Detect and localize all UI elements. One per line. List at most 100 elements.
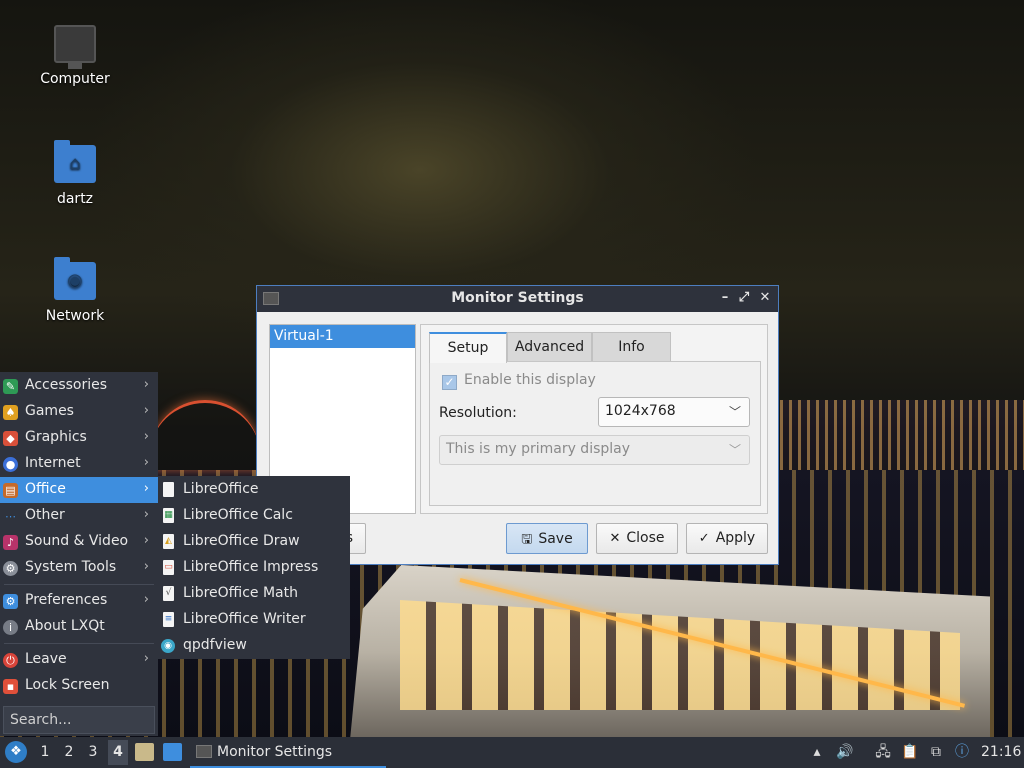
power-icon: ⏻ (3, 653, 18, 668)
task-label: Monitor Settings (217, 744, 333, 760)
desktop-icon-network[interactable]: ◉ Network (20, 257, 130, 324)
office-submenu: LibreOffice ▦ LibreOffice Calc ◭ LibreOf… (158, 476, 350, 659)
menu-search-placeholder: Search... (10, 712, 72, 728)
window-titlebar[interactable]: Monitor Settings – ⤢ ✕ (257, 286, 778, 312)
resolution-select[interactable]: 1024x768 ﹀ (598, 397, 750, 427)
close-icon[interactable]: ✕ (756, 289, 774, 307)
graphics-icon: ◆ (3, 431, 18, 446)
save-button[interactable]: 🖫 Save (506, 523, 588, 554)
scroll-up-icon[interactable]: ▴ (807, 742, 827, 762)
submenu-item-libreoffice-math[interactable]: √ LibreOffice Math (158, 581, 350, 607)
menu-item-preferences[interactable]: ⚙ Preferences › (0, 588, 158, 614)
menu-item-other[interactable]: ⋯ Other › (0, 503, 158, 529)
office-icon: ▤ (3, 483, 18, 498)
submenu-item-libreoffice[interactable]: LibreOffice (158, 477, 350, 503)
presentation-icon: ▭ (163, 560, 174, 575)
lock-icon: ▪ (3, 679, 18, 694)
menu-item-internet[interactable]: ● Internet › (0, 451, 158, 477)
chevron-right-icon: › (143, 507, 149, 522)
menu-item-games[interactable]: ♠ Games › (0, 399, 158, 425)
chevron-right-icon: › (143, 429, 149, 444)
tab-info[interactable]: Info (592, 332, 671, 362)
chevron-down-icon: ﹀ (728, 443, 741, 457)
minimize-icon[interactable]: – (716, 289, 734, 307)
menu-item-lock-screen[interactable]: ▪ Lock Screen (0, 673, 158, 699)
maximize-icon[interactable]: ⤢ (735, 289, 753, 307)
menu-item-label: About LXQt (25, 618, 105, 634)
desktop-switch-2[interactable]: 2 (61, 744, 77, 760)
clipboard-icon[interactable]: 📋 (900, 742, 920, 762)
chevron-right-icon: › (143, 651, 149, 666)
monitor-list-item-virtual-1[interactable]: Virtual-1 (270, 325, 415, 348)
menu-search-input[interactable]: Search... (3, 706, 155, 734)
submenu-item-libreoffice-calc[interactable]: ▦ LibreOffice Calc (158, 503, 350, 529)
desktop-icon-label: Network (45, 308, 105, 324)
menu-item-label: Sound & Video (25, 533, 129, 549)
menu-item-accessories[interactable]: ✎ Accessories › (0, 373, 158, 399)
spreadsheet-icon: ▦ (163, 508, 174, 523)
menu-item-label: Other (25, 507, 65, 523)
about-icon: i (3, 620, 18, 635)
menu-item-leave[interactable]: ⏻ Leave › (0, 647, 158, 673)
menu-item-label: Office (25, 481, 66, 497)
apply-button[interactable]: ✓ Apply (686, 523, 768, 554)
monitor-app-icon (196, 745, 212, 758)
sound-video-icon: ♪ (3, 535, 18, 550)
desktop-icon-label: Computer (40, 71, 110, 87)
menu-item-office[interactable]: ▤ Office › (0, 477, 158, 503)
menu-item-label: Leave (25, 651, 67, 667)
start-menu-icon[interactable]: ❖ (5, 741, 27, 763)
menu-item-label: Internet (25, 455, 81, 471)
desktop-switch-1[interactable]: 1 (37, 744, 53, 760)
tab-setup[interactable]: Setup (429, 332, 507, 363)
enable-display-row[interactable]: ✓ Enable this display (442, 372, 596, 390)
menu-item-sound-video[interactable]: ♪ Sound & Video › (0, 529, 158, 555)
window-switcher-icon[interactable]: ⧉ (926, 742, 946, 762)
resolution-label: Resolution: (439, 405, 517, 421)
pdf-viewer-icon: ◉ (161, 639, 175, 653)
menu-item-system-tools[interactable]: ⚙ System Tools › (0, 555, 158, 581)
volume-icon[interactable]: 🔊 (835, 742, 855, 762)
computer-icon (54, 25, 96, 69)
wallpaper-bridge (150, 400, 260, 470)
submenu-item-libreoffice-writer[interactable]: ≡ LibreOffice Writer (158, 607, 350, 633)
submenu-item-qpdfview[interactable]: ◉ qpdfview (158, 633, 350, 659)
chevron-right-icon: › (143, 533, 149, 548)
submenu-item-libreoffice-impress[interactable]: ▭ LibreOffice Impress (158, 555, 350, 581)
menu-item-label: Accessories (25, 377, 108, 393)
primary-display-value: This is my primary display (446, 441, 631, 457)
close-button[interactable]: ✕ Close (596, 523, 678, 554)
desktop-icon-home[interactable]: ⌂ dartz (20, 140, 130, 207)
close-button-label: Close (626, 530, 665, 546)
show-desktop-icon[interactable] (163, 743, 182, 761)
desktop-icon-computer[interactable]: Computer (20, 25, 130, 87)
network-icon[interactable]: 🖧 (873, 742, 893, 762)
taskbar-task-monitor-settings[interactable]: Monitor Settings (190, 737, 386, 768)
desktop-switch-4[interactable]: 4 (108, 740, 128, 765)
submenu-item-label: LibreOffice Writer (183, 611, 306, 627)
submenu-item-label: LibreOffice Draw (183, 533, 300, 549)
submenu-item-libreoffice-draw[interactable]: ◭ LibreOffice Draw (158, 529, 350, 555)
notification-icon[interactable]: ⓘ (952, 742, 972, 762)
checkmark-icon: ✓ (698, 531, 710, 546)
clock[interactable]: 21:16 (981, 744, 1021, 760)
settings-tab-frame: Setup Advanced Info ✓ Enable this display… (420, 324, 768, 514)
chevron-right-icon: › (143, 403, 149, 418)
menu-item-label: Lock Screen (25, 677, 110, 693)
home-folder-icon: ⌂ (54, 140, 96, 183)
tab-advanced[interactable]: Advanced (507, 332, 592, 362)
chevron-right-icon: › (143, 592, 149, 607)
window-title: Monitor Settings (451, 290, 584, 306)
save-icon: 🖫 (521, 532, 533, 547)
document-icon: ≡ (163, 612, 174, 627)
drawing-icon: ◭ (163, 534, 174, 549)
save-button-label: Save (538, 531, 573, 547)
menu-item-about[interactable]: i About LXQt (0, 614, 158, 640)
desktop-switch-3[interactable]: 3 (85, 744, 101, 760)
setup-panel: ✓ Enable this display Resolution: 1024x76… (429, 361, 761, 506)
file-manager-icon[interactable] (135, 743, 154, 761)
enable-display-checkbox[interactable]: ✓ (442, 375, 457, 390)
internet-icon: ● (3, 457, 18, 472)
menu-item-graphics[interactable]: ◆ Graphics › (0, 425, 158, 451)
application-menu: ✎ Accessories › ♠ Games › ◆ Graphics › ● In… (0, 372, 158, 736)
